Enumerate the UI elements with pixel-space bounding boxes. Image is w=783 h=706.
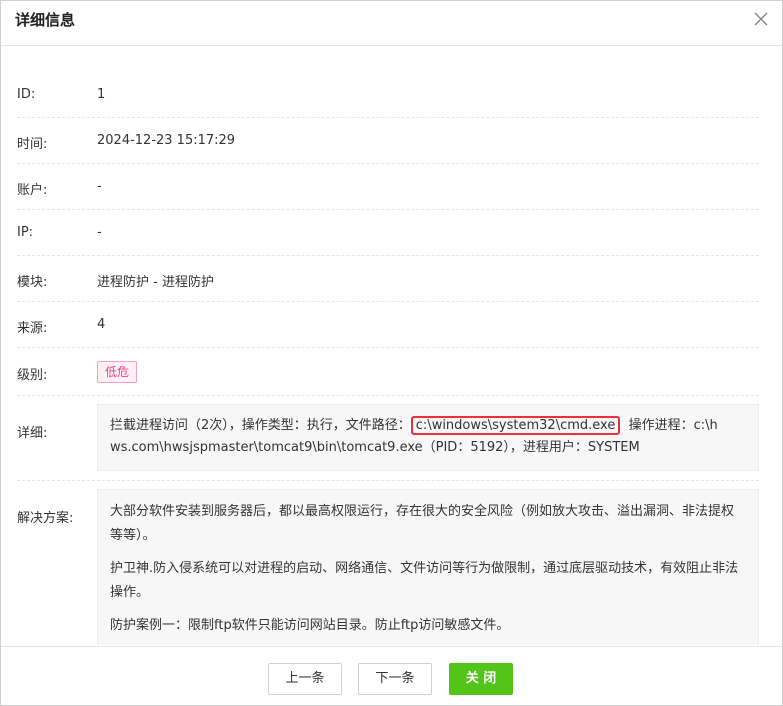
field-row-source: 来源: 4 — [17, 302, 759, 348]
next-button[interactable]: 下一条 — [358, 663, 432, 695]
field-value-time: 2024-12-23 15:17:29 — [97, 133, 236, 148]
field-value-id: 1 — [97, 87, 106, 102]
solution-content: 大部分软件安装到服务器后，都以最高权限运行，存在很大的安全风险（例如放大攻击、溢… — [97, 489, 759, 645]
field-label-source: 来源: — [17, 321, 48, 336]
field-row-id: ID: 1 — [17, 72, 759, 118]
field-label-detail: 详细: — [17, 426, 48, 441]
solution-paragraph-1: 大部分软件安装到服务器后，都以最高权限运行，存在很大的安全风险（例如放大攻击、溢… — [110, 504, 735, 543]
field-label-account: 账户: — [17, 183, 48, 198]
close-icon[interactable] — [752, 10, 770, 28]
field-label-ip: IP: — [17, 225, 34, 240]
field-label-solution: 解决方案: — [17, 511, 74, 526]
dialog-title: 详细信息 — [15, 11, 76, 29]
field-label-id: ID: — [17, 87, 36, 102]
detail-content: 拦截进程访问（2次），操作类型：执行，文件路径： c:\windows\syste… — [97, 404, 759, 471]
previous-button[interactable]: 上一条 — [268, 663, 342, 695]
solution-paragraph-3: 防护案例一：限制ftp软件只能访问网站目录。防止ftp访问敏感文件。 — [110, 618, 510, 633]
dialog-footer: 上一条 下一条 关 闭 — [1, 646, 782, 705]
field-row-time: 时间: 2024-12-23 15:17:29 — [17, 118, 759, 164]
field-label-module: 模块: — [17, 275, 48, 290]
field-row-module: 模块: 进程防护 - 进程防护 — [17, 256, 759, 302]
level-badge: 低危 — [97, 361, 138, 383]
dialog-body: ID: 1 时间: 2024-12-23 15:17:29 账户: - IP: … — [1, 47, 782, 645]
field-label-level: 级别: — [17, 368, 48, 383]
solution-paragraph-2: 护卫神.防入侵系统可以对进程的启动、网络通信、文件访问等行为做限制，通过底层驱动… — [110, 561, 739, 600]
field-label-time: 时间: — [17, 137, 48, 152]
field-value-source: 4 — [97, 317, 106, 332]
detail-line-2: ws.com\hwsjspmaster\tomcat9\bin\tomcat9.… — [110, 440, 640, 455]
field-value-account: - — [97, 179, 102, 194]
highlighted-path: c:\windows\system32\cmd.exe — [410, 416, 621, 435]
dialog-header: 详细信息 — [1, 1, 782, 46]
close-button[interactable]: 关 闭 — [449, 663, 513, 695]
field-value-module: 进程防护 - 进程防护 — [97, 275, 214, 290]
field-row-ip: IP: - — [17, 210, 759, 256]
detail-dialog: 详细信息 ID: 1 时间: 2024-12-23 15:17:29 账户: -… — [0, 0, 783, 706]
detail-suffix: 操作进程：c:\h — [620, 418, 718, 433]
field-row-solution: 解决方案: 大部分软件安装到服务器后，都以最高权限运行，存在很大的安全风险（例如… — [17, 481, 759, 645]
field-row-account: 账户: - — [17, 164, 759, 210]
field-row-detail: 详细: 拦截进程访问（2次），操作类型：执行，文件路径： c:\windows\s… — [17, 396, 759, 481]
field-value-ip: - — [97, 225, 102, 240]
field-row-level: 级别: 低危 — [17, 348, 759, 396]
detail-prefix: 拦截进程访问（2次），操作类型：执行，文件路径： — [110, 418, 411, 433]
detail-line-1: 拦截进程访问（2次），操作类型：执行，文件路径： c:\windows\syste… — [110, 415, 746, 437]
